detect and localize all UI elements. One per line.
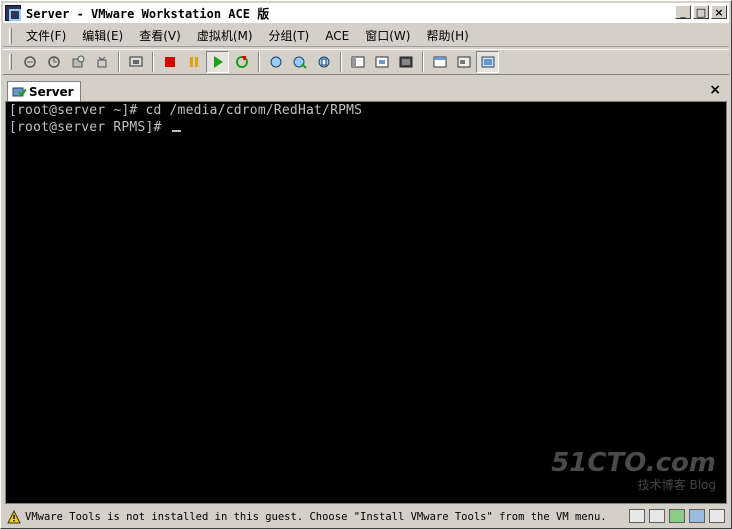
toolbar-separator xyxy=(340,52,342,72)
summary-view-button[interactable] xyxy=(476,51,499,73)
screenshot-icon xyxy=(129,56,142,67)
power-on-icon xyxy=(213,56,223,68)
menu-help[interactable]: 帮助(H) xyxy=(418,25,476,46)
cdrom-icon[interactable] xyxy=(629,509,645,523)
quick-switch-icon xyxy=(433,56,446,68)
summary-view-icon xyxy=(481,56,494,68)
warning-icon xyxy=(7,509,21,523)
revert-button[interactable] xyxy=(42,51,65,73)
clone-icon xyxy=(97,56,106,68)
fullscreen-icon xyxy=(399,56,412,68)
tab-label: Server xyxy=(29,84,74,99)
quick-switch-button[interactable] xyxy=(428,51,451,73)
menu-edit[interactable]: 编辑(E) xyxy=(74,25,131,46)
status-bar: VMware Tools is not installed in this gu… xyxy=(3,506,729,527)
sidebar-button[interactable] xyxy=(346,51,369,73)
fit-window-icon xyxy=(375,56,388,68)
maximize-icon: □ xyxy=(695,5,707,19)
window-title: Server - VMware Workstation ACE 版 xyxy=(26,6,270,21)
vmware-window: Server - VMware Workstation ACE 版 _ □ × … xyxy=(0,0,732,529)
menu-grip[interactable] xyxy=(9,27,12,44)
minimize-icon: _ xyxy=(680,5,686,19)
usb-icon[interactable] xyxy=(709,509,725,523)
watermark: 51CTO.com 技术博客 Blog xyxy=(551,448,716,493)
power-off-icon xyxy=(164,57,175,67)
minimize-button[interactable]: _ xyxy=(675,5,691,19)
toolbar-separator xyxy=(258,52,260,72)
watermark-sub: 技术博客 Blog xyxy=(637,478,716,492)
floppy-icon[interactable] xyxy=(649,509,665,523)
status-message: VMware Tools is not installed in this gu… xyxy=(25,510,607,523)
vm-settings-button[interactable] xyxy=(288,51,311,73)
menu-bar: 文件(F) 编辑(E) 查看(V) 虚拟机(M) 分组(T) ACE 窗口(W)… xyxy=(3,25,729,47)
snapshot-icon xyxy=(23,56,36,68)
terminal-line-text: [root@server RPMS]# xyxy=(9,120,162,135)
toolbar-separator xyxy=(118,52,120,72)
terminal-line: [root@server ~]# cd /media/cdrom/RedHat/… xyxy=(9,103,362,118)
reset-icon xyxy=(235,56,248,68)
close-button[interactable]: × xyxy=(711,5,727,19)
clone-button[interactable] xyxy=(90,51,113,73)
terminal-line-text: [root@server ~]# cd /media/cdrom/RedHat/… xyxy=(9,103,363,118)
toolbar-separator xyxy=(152,52,154,72)
team-button[interactable] xyxy=(264,51,287,73)
revert-icon xyxy=(47,56,60,68)
menu-vm[interactable]: 虚拟机(M) xyxy=(189,25,261,46)
tab-close-icon[interactable]: × xyxy=(709,82,721,98)
menu-file[interactable]: 文件(F) xyxy=(18,25,74,46)
terminal-line: [root@server RPMS]# xyxy=(9,120,181,135)
menu-window[interactable]: 窗口(W) xyxy=(357,25,418,46)
menu-team[interactable]: 分组(T) xyxy=(261,25,318,46)
suspend-button[interactable] xyxy=(182,51,205,73)
snapshot-button[interactable] xyxy=(18,51,41,73)
watermark-brand: 51CTO.com xyxy=(551,448,716,478)
menu-view[interactable]: 查看(V) xyxy=(131,25,189,46)
fullscreen-button[interactable] xyxy=(394,51,417,73)
toolbar-separator xyxy=(422,52,424,72)
reset-button[interactable] xyxy=(230,51,253,73)
power-off-button[interactable] xyxy=(158,51,181,73)
suspend-icon xyxy=(189,57,198,67)
vm-settings-icon xyxy=(293,56,307,69)
toolbar xyxy=(3,49,729,75)
screenshot-button[interactable] xyxy=(124,51,147,73)
power-on-button[interactable] xyxy=(206,51,229,73)
manage-snapshots-icon xyxy=(72,55,84,68)
manage-snapshots-button[interactable] xyxy=(66,51,89,73)
team-icon xyxy=(270,56,281,68)
sidebar-icon xyxy=(351,56,364,68)
maximize-button[interactable]: □ xyxy=(693,5,709,19)
tab-server[interactable]: Server xyxy=(7,81,81,101)
sound-icon[interactable] xyxy=(689,509,705,523)
vm-running-icon xyxy=(12,87,26,97)
fit-window-button[interactable] xyxy=(370,51,393,73)
console-view-button[interactable] xyxy=(452,51,475,73)
toolbar-grip[interactable] xyxy=(9,54,12,70)
vm-properties-button[interactable] xyxy=(312,51,335,73)
console-view-icon xyxy=(457,56,470,68)
network-icon[interactable] xyxy=(669,509,685,523)
vm-properties-icon xyxy=(318,56,329,68)
device-icons xyxy=(629,509,725,523)
vm-console[interactable]: [root@server ~]# cd /media/cdrom/RedHat/… xyxy=(5,101,727,504)
terminal-cursor xyxy=(171,130,181,132)
menu-ace[interactable]: ACE xyxy=(317,27,357,45)
title-bar[interactable]: Server - VMware Workstation ACE 版 _ □ × xyxy=(3,3,729,23)
vmware-app-icon xyxy=(5,5,21,21)
close-icon: × xyxy=(714,5,724,19)
window-controls: _ □ × xyxy=(675,5,727,19)
tab-bar: Server × xyxy=(3,79,729,101)
